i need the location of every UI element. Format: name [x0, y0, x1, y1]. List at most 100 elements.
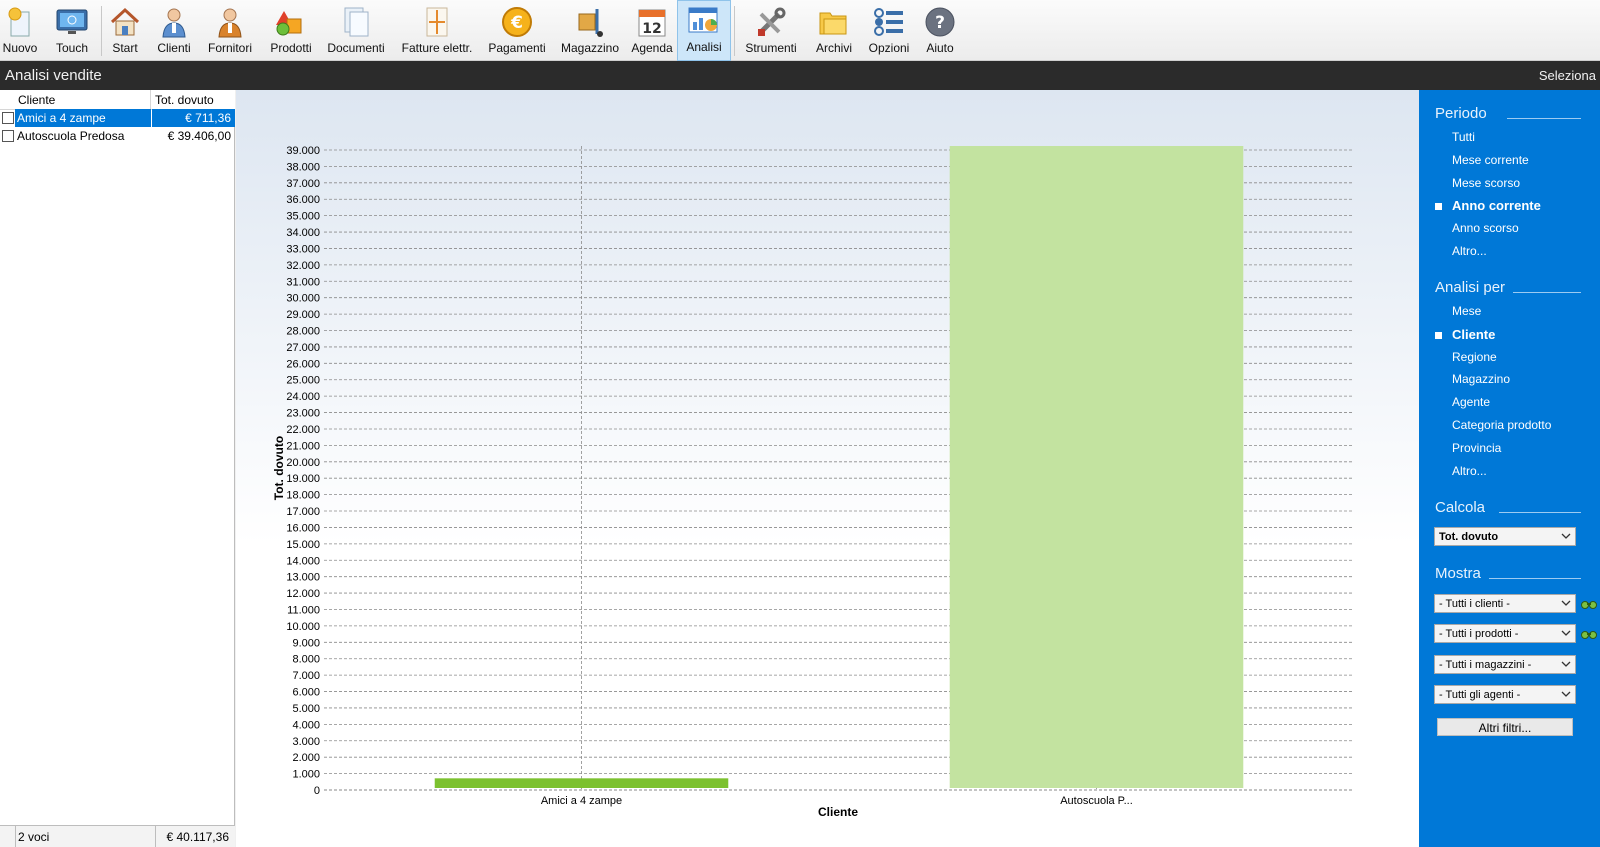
- seleziona-button[interactable]: Seleziona: [1539, 68, 1596, 83]
- y-tick-label: 36.000: [286, 194, 320, 206]
- y-tick-label: 1.000: [292, 769, 320, 781]
- toolbar-opzioni-button[interactable]: Opzioni: [864, 0, 914, 61]
- y-tick-label: 2.000: [292, 752, 320, 764]
- y-tick-label: 38.000: [286, 161, 320, 173]
- client-person-icon: [158, 6, 190, 38]
- analisi-per-option[interactable]: Cliente: [1452, 327, 1495, 342]
- periodo-option[interactable]: Mese scorso: [1452, 176, 1520, 190]
- filter-select-value: - Tutti gli agenti -: [1439, 688, 1521, 701]
- y-tick-label: 28.000: [286, 326, 320, 338]
- toolbar-analisi-button[interactable]: Analisi: [677, 0, 731, 61]
- y-tick-label: 20.000: [286, 457, 320, 469]
- analisi-per-option[interactable]: Mese: [1452, 304, 1481, 318]
- prodotti-filter-select[interactable]: - Tutti i prodotti -: [1434, 624, 1576, 644]
- toolbar-nuovo-button[interactable]: Nuovo: [0, 0, 40, 61]
- footer-divider: [15, 826, 16, 847]
- bar-1[interactable]: [434, 778, 729, 788]
- row-client-name: Autoscuola Predosa: [17, 129, 125, 143]
- row-checkbox[interactable]: [2, 112, 14, 124]
- toolbar-magazzino-button[interactable]: Magazzino: [557, 0, 623, 61]
- y-tick-label: 25.000: [286, 375, 320, 387]
- y-tick-label: 12.000: [286, 588, 320, 600]
- y-tick-label: 37.000: [286, 178, 320, 190]
- y-axis-label: Tot. dovuto: [272, 436, 286, 500]
- analisi-per-option[interactable]: Agente: [1452, 395, 1490, 409]
- x-tick-label: Amici a 4 zampe: [541, 795, 622, 807]
- calendar-icon: 12: [636, 6, 668, 38]
- total-amount: € 40.117,36: [166, 830, 229, 844]
- toolbar-pagamenti-button[interactable]: € Pagamenti: [485, 0, 549, 61]
- euro-coin-icon: €: [501, 6, 533, 38]
- toolbar-clienti-button[interactable]: Clienti: [155, 0, 193, 61]
- list-row[interactable]: Autoscuola Predosa € 39.406,00: [0, 127, 235, 145]
- periodo-option[interactable]: Anno corrente: [1452, 198, 1541, 213]
- clienti-filter-select[interactable]: - Tutti i clienti -: [1434, 594, 1576, 613]
- documents-icon: [340, 6, 372, 38]
- chevron-down-icon: [1561, 661, 1571, 667]
- y-tick-label: 5.000: [292, 703, 320, 715]
- toolbar-start-button[interactable]: Start: [106, 0, 144, 61]
- analisi-per-option[interactable]: Altro...: [1452, 464, 1487, 478]
- binoculars-icon[interactable]: [1581, 629, 1597, 640]
- analisi-per-option[interactable]: Magazzino: [1452, 372, 1510, 386]
- toolbar-separator: [734, 6, 735, 56]
- toolbar-agenda-button[interactable]: 12 Agenda: [629, 0, 675, 61]
- filter-select-value: - Tutti i magazzini -: [1439, 658, 1532, 671]
- toolbar-fatture-button[interactable]: Fatture elettr.: [396, 0, 478, 61]
- toolbar-strumenti-button[interactable]: Strumenti: [740, 0, 802, 61]
- agenti-filter-select[interactable]: - Tutti gli agenti -: [1434, 684, 1576, 704]
- list-row[interactable]: Amici a 4 zampe € 711,36: [0, 109, 235, 127]
- toolbar-fornitori-button[interactable]: Fornitori: [204, 0, 256, 61]
- bar-2[interactable]: [949, 146, 1244, 788]
- altri-filtri-button[interactable]: Altri filtri...: [1437, 718, 1573, 736]
- y-tick-label: 34.000: [286, 227, 320, 239]
- section-divider: [1513, 292, 1581, 293]
- analisi-per-option[interactable]: Regione: [1452, 350, 1497, 364]
- row-checkbox[interactable]: [2, 130, 14, 142]
- chevron-down-icon: [1561, 630, 1571, 637]
- toolbar-prodotti-button[interactable]: Prodotti: [266, 0, 316, 61]
- column-header-tot-dovuto[interactable]: Tot. dovuto: [155, 93, 214, 107]
- y-tick-label: 22.000: [286, 424, 320, 436]
- products-shapes-icon: [275, 6, 307, 38]
- y-tick-label: 33.000: [286, 243, 320, 255]
- bar-chart: 0 1.000 2.000 3.000 4.000 5.000 6.000 7.000 8.00…: [272, 145, 1354, 819]
- analisi-per-option[interactable]: Categoria prodotto: [1452, 418, 1551, 432]
- periodo-option[interactable]: Mese corrente: [1452, 153, 1529, 167]
- y-tick-label: 8.000: [292, 654, 320, 666]
- section-title-periodo: Periodo: [1435, 105, 1487, 122]
- list-footer: 2 voci € 40.117,36: [0, 825, 235, 847]
- row-amount: € 39.406,00: [167, 129, 231, 143]
- periodo-option[interactable]: Tutti: [1452, 130, 1475, 144]
- y-tick-label: 17.000: [286, 506, 320, 518]
- filter-select-value: - Tutti i clienti -: [1439, 598, 1510, 610]
- column-header-cliente[interactable]: Cliente: [18, 93, 55, 107]
- binoculars-icon[interactable]: [1581, 599, 1597, 609]
- y-tick-label: 14.000: [286, 555, 320, 567]
- svg-text:?: ?: [935, 13, 945, 33]
- toolbar-aiuto-button[interactable]: ? Aiuto: [920, 0, 960, 61]
- filter-select-value: - Tutti i prodotti -: [1439, 628, 1519, 641]
- y-tick-label: 31.000: [286, 276, 320, 288]
- magazzini-filter-select[interactable]: - Tutti i magazzini -: [1434, 654, 1576, 674]
- warehouse-trolley-icon: [574, 6, 606, 38]
- analisi-per-option[interactable]: Provincia: [1452, 441, 1501, 455]
- periodo-option[interactable]: Anno scorso: [1452, 221, 1519, 235]
- y-tick-label: 0: [314, 785, 320, 797]
- y-tick-label: 15.000: [286, 539, 320, 551]
- electronic-invoice-icon: [421, 6, 453, 38]
- periodo-option[interactable]: Altro...: [1452, 244, 1487, 258]
- section-title-analisi-per: Analisi per: [1435, 279, 1506, 296]
- calcola-select[interactable]: Tot. dovuto: [1434, 527, 1576, 546]
- chevron-down-icon: [1561, 533, 1571, 539]
- toolbar-touch-button[interactable]: Touch: [50, 0, 94, 61]
- home-icon: [109, 6, 141, 38]
- toolbar-archivi-button[interactable]: Archivi: [811, 0, 857, 61]
- y-tick-label: 19.000: [286, 473, 320, 485]
- toolbar-documenti-button[interactable]: Documenti: [324, 0, 388, 61]
- y-tick-label: 11.000: [287, 604, 320, 616]
- help-icon: ?: [924, 6, 956, 38]
- tools-icon: [755, 6, 787, 38]
- y-tick-label: 24.000: [286, 391, 320, 403]
- chart-area: 0 1.000 2.000 3.000 4.000 5.000 6.000 7.000 8.00…: [236, 90, 1419, 847]
